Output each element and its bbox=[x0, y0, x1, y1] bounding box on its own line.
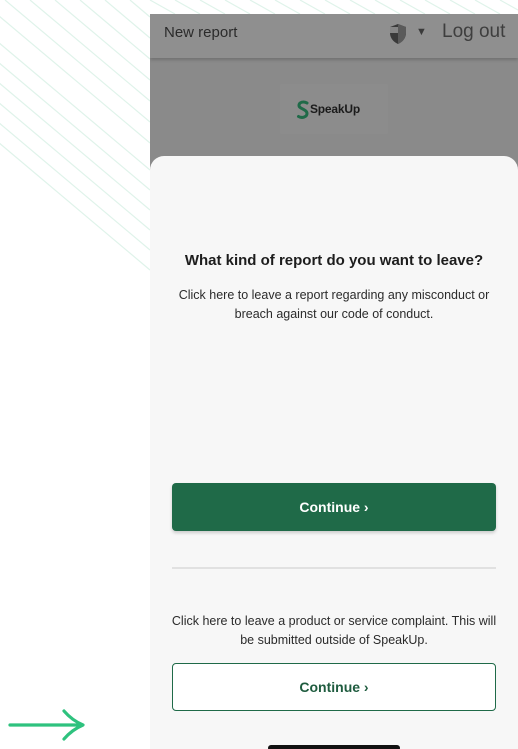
speakup-logo-icon bbox=[297, 100, 309, 119]
app-header: New report ▼ Log out bbox=[150, 14, 518, 58]
home-indicator bbox=[268, 745, 400, 749]
caret-down-icon[interactable]: ▼ bbox=[416, 26, 427, 38]
sheet-heading: What kind of report do you want to leave… bbox=[184, 252, 484, 269]
misconduct-description: Click here to leave a report regarding a… bbox=[178, 288, 490, 321]
phone-screen: New report ▼ Log out SpeakUp What kind o… bbox=[150, 14, 518, 749]
screenshot-stage: New report ▼ Log out SpeakUp What kind o… bbox=[0, 0, 518, 749]
report-type-sheet: What kind of report do you want to leave… bbox=[150, 156, 518, 749]
arrow-right-icon bbox=[8, 709, 85, 741]
brand-logo-text: SpeakUp bbox=[310, 102, 360, 116]
complaint-description: Click here to leave a product or service… bbox=[171, 614, 497, 647]
logout-button[interactable]: Log out bbox=[442, 21, 505, 43]
continue-complaint-button[interactable]: Continue › bbox=[172, 663, 496, 711]
shield-icon[interactable] bbox=[388, 23, 408, 45]
section-divider bbox=[172, 567, 496, 569]
brand-logo-card: SpeakUp bbox=[280, 84, 388, 134]
page-title: New report bbox=[164, 24, 238, 41]
continue-misconduct-button[interactable]: Continue › bbox=[172, 483, 496, 531]
